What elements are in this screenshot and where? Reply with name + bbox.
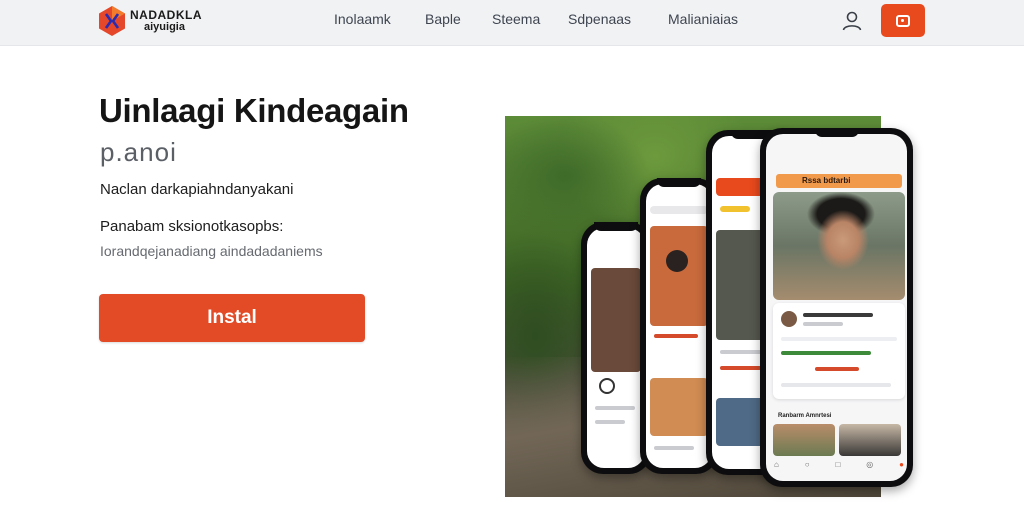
brand-logo[interactable]: NADADKLA aiyuigia [98,5,202,37]
top-nav-bar: NADADKLA aiyuigia Inolaamk Baple Steema … [0,0,1024,46]
app-bottom-nav: ⌂ ○ □ ◎ ● [774,457,904,471]
nav-link-4[interactable]: Sdpenaas [568,11,631,27]
hero-subtitle: p.anoi [100,137,177,167]
bookmark-icon: □ [835,459,841,469]
app-info-card [773,303,905,399]
logo-tagline: aiyuigia [144,21,185,33]
phone-mockup-main: Rssa bdtarbi Ranbarm Amnrtesi ⌂ ○ □ ◎ ● [760,128,913,487]
home-icon: ⌂ [774,459,779,469]
hero-description: Naclan darkapiahndanyakani [100,181,294,198]
chat-icon: ◎ [866,459,874,469]
hero-feature-heading: Panabam sksionotkasopbs: [100,218,284,235]
app-thumb-2 [839,424,901,456]
install-button[interactable]: Instal [99,294,365,342]
hero-title: Uinlaagi Kindeagain [99,92,409,129]
device-icon [896,14,910,27]
search-icon: ○ [804,459,810,469]
logo-hexagon-icon [99,6,125,36]
nav-link-3[interactable]: Steema [492,11,540,27]
profile-icon: ● [899,459,904,469]
header-action-button[interactable] [881,4,925,37]
nav-link-2[interactable]: Baple [425,11,461,27]
nav-link-1[interactable]: Inolaamk [334,11,391,27]
nav-link-5[interactable]: Malianiaias [668,11,738,27]
hero-feature-text: Iorandqejanadiang aindadadaniems [100,243,323,259]
app-header-chip: Rssa bdtarbi [776,174,902,188]
app-feature-photo [773,192,905,300]
user-account-icon[interactable] [840,9,864,33]
logo-wordmark: NADADKLA [130,8,202,22]
app-section-label: Ranbarm Amnrtesi [778,413,832,419]
app-thumb-1 [773,424,835,456]
